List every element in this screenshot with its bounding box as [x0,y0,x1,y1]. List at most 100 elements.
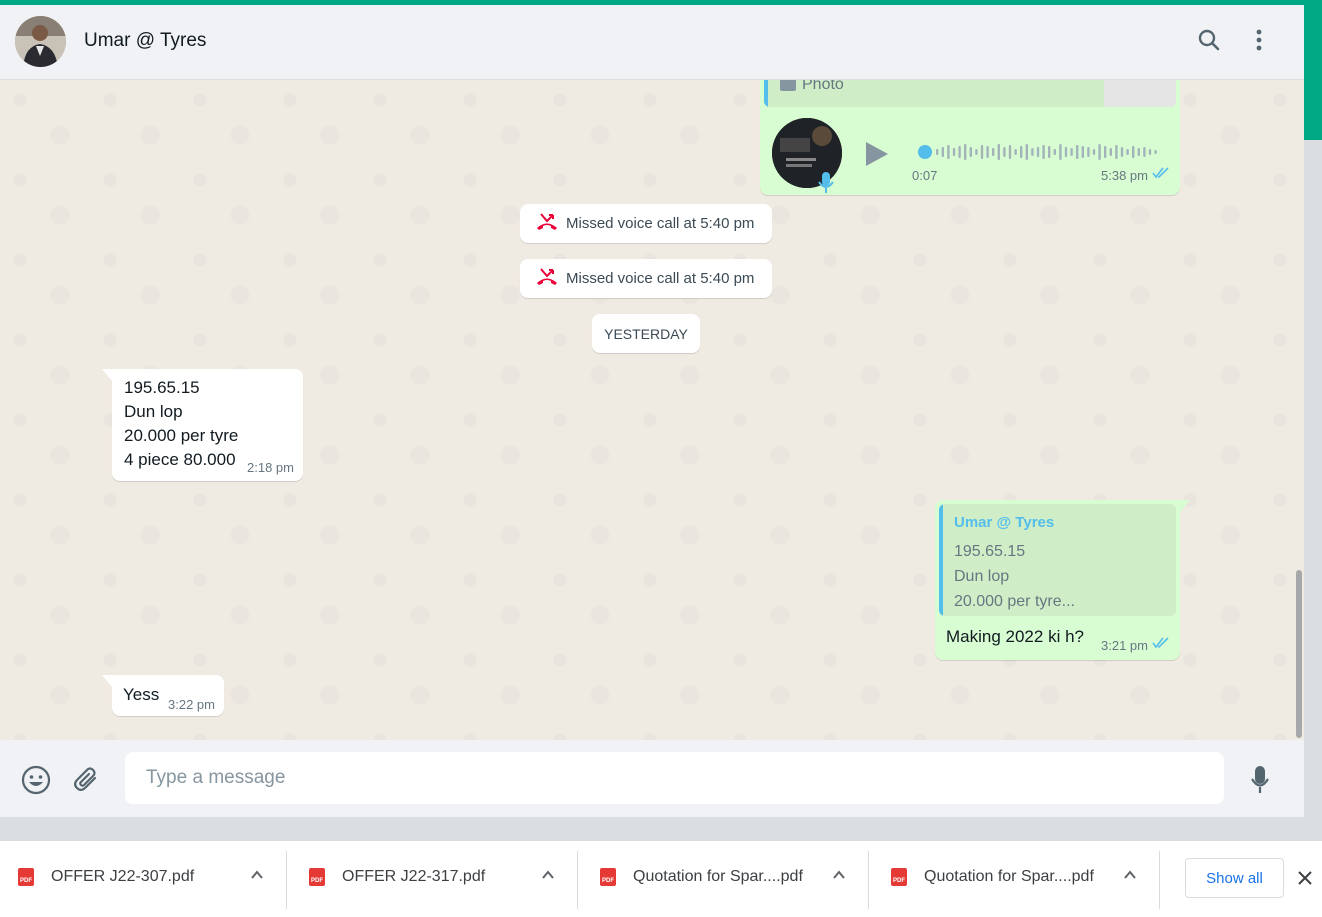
missed-call-text: Missed voice call at 5:40 pm [566,270,755,287]
emoji-icon[interactable] [20,764,52,796]
waveform-bar [1104,146,1107,158]
quoted-message[interactable]: Umar @ Tyres 195.65.15 Dun lop 20.000 pe… [939,504,1176,616]
waveform-bar [1115,145,1118,159]
right-accent-strip [1304,0,1322,140]
bubble-tail [1180,500,1190,512]
waveform-bar [1126,149,1129,155]
waveform-bar [1042,145,1045,159]
bubble-tail [102,675,112,687]
message-time: 5:38 pm [1101,167,1148,183]
waveform-bar [936,149,939,155]
divider [1159,851,1160,909]
message-line: 20.000 per tyre [124,426,239,445]
close-icon[interactable] [1296,869,1314,887]
message-line: Dun lop [124,402,183,421]
download-item[interactable]: PDF OFFER J22-317.pdf [309,851,485,903]
avatar[interactable] [15,16,66,67]
voice-waveform[interactable] [918,142,1158,162]
waveform-bar [1064,147,1068,157]
scrollbar[interactable] [1296,570,1302,738]
waveform-bar [1120,147,1124,157]
waveform-bar [964,144,967,160]
pdf-icon: PDF [600,868,616,886]
waveform-bar [1148,149,1152,155]
mic-icon [818,172,834,199]
photo-caption: Photo [802,80,844,93]
divider [577,851,578,909]
waveform-bar [1076,145,1079,159]
waveform-bar [1008,145,1012,159]
waveform-bar [1020,146,1023,158]
camera-icon [780,80,796,91]
right-background [1304,140,1322,840]
download-item[interactable]: PDF Quotation for Spar....pdf [891,851,1094,903]
waveform-bar [1081,146,1084,158]
pdf-icon: PDF [309,868,325,886]
double-check-icon [1152,636,1170,654]
message-text: Making 2022 ki h? [946,627,1084,646]
chevron-up-icon[interactable] [541,868,555,882]
photo-thumbnail [1104,80,1176,107]
message-time: 3:22 pm [168,697,215,712]
download-item[interactable]: PDF OFFER J22-307.pdf [18,851,194,903]
message-input[interactable]: Type a message [125,752,1224,804]
message-text: Yess [123,685,160,704]
double-check-icon [1152,166,1170,184]
waveform-bar [1137,148,1140,156]
waveform-bar [1036,147,1040,157]
waveform-bar [1143,147,1146,157]
search-icon[interactable] [1194,25,1224,55]
incoming-message[interactable]: Yess 3:22 pm [112,675,224,716]
waveform-bar [947,145,950,159]
waveform-bar [969,147,972,157]
quote-line: 20.000 per tyre... [954,593,1075,610]
missed-call-icon [536,212,558,235]
incoming-message[interactable]: 195.65.15 Dun lop 20.000 per tyre 4 piec… [112,369,303,481]
waveform-bar [1098,144,1101,160]
chevron-up-icon[interactable] [250,868,264,882]
composer: Type a message [0,740,1304,817]
chat-header: Umar @ Tyres [0,5,1304,80]
waveform-bar [986,146,989,158]
waveform-bar [1053,149,1056,155]
message-time: 2:18 pm [247,460,294,475]
waveform-bar [1154,150,1157,154]
download-item[interactable]: PDF Quotation for Spar....pdf [600,851,803,903]
download-filename: Quotation for Spar....pdf [633,868,803,885]
voice-duration: 0:07 [912,168,938,183]
waveform-bar [980,145,984,159]
date-separator: YESTERDAY [592,314,700,353]
waveform-bar [952,148,956,156]
missed-call-icon [536,267,558,290]
bubble-tail [102,369,112,381]
message-line: 4 piece 80.000 [124,450,236,469]
waveform-bar [992,148,995,156]
waveform-bar [1059,144,1062,160]
outgoing-voice-message: Photo 0:07 5:38 pm [760,80,1180,195]
chevron-up-icon[interactable] [832,868,846,882]
attach-icon[interactable] [71,764,103,796]
message-line: 195.65.15 [124,378,200,397]
missed-call-notice: Missed voice call at 5:40 pm [520,204,772,243]
play-icon[interactable] [864,140,890,173]
message-time: 3:21 pm [1101,637,1148,653]
contact-name[interactable]: Umar @ Tyres [84,30,206,52]
quoted-photo[interactable]: Photo [764,80,1176,107]
waveform-bar [1031,148,1034,156]
playhead [918,145,932,159]
show-all-button[interactable]: Show all [1185,858,1284,898]
missed-call-notice: Missed voice call at 5:40 pm [520,259,772,298]
waveform-bar [997,144,1000,160]
outgoing-reply-message[interactable]: Umar @ Tyres 195.65.15 Dun lop 20.000 pe… [935,500,1180,660]
divider [868,851,869,909]
message-list[interactable]: Photo 0:07 5:38 pm Missed voice call at … [0,80,1304,740]
chevron-up-icon[interactable] [1123,868,1137,882]
waveform-bar [1109,148,1112,156]
menu-icon[interactable] [1244,25,1274,55]
waveform-bar [958,146,961,158]
download-filename: Quotation for Spar....pdf [924,868,1094,885]
missed-call-text: Missed voice call at 5:40 pm [566,215,755,232]
mic-icon[interactable] [1244,764,1276,796]
waveform-bar [975,149,978,155]
quote-line: Dun lop [954,568,1010,585]
